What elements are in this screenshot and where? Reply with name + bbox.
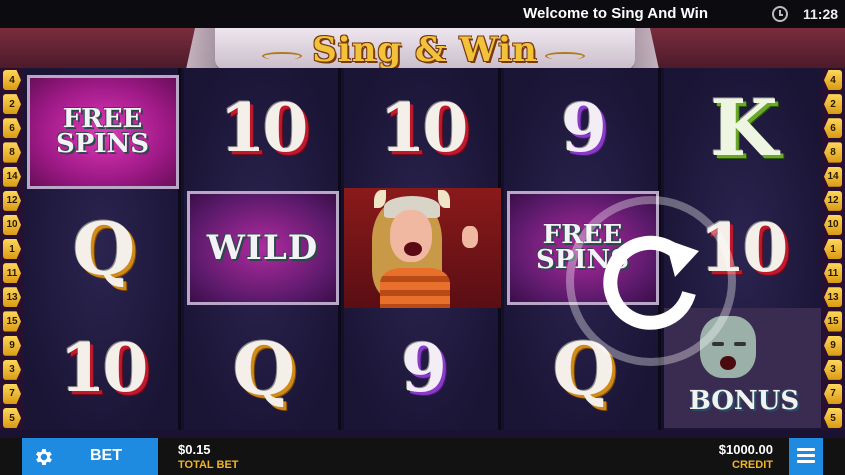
spin-button[interactable] bbox=[566, 196, 736, 366]
symbol-wild: WILD bbox=[184, 188, 341, 308]
symbol-10: 10 bbox=[344, 68, 501, 188]
reel-3: 10 9 bbox=[344, 68, 501, 430]
ten-symbol: 10 bbox=[379, 89, 469, 167]
payline-number[interactable]: 7 bbox=[824, 383, 842, 404]
menu-button[interactable] bbox=[789, 438, 823, 475]
payline-number[interactable]: 15 bbox=[824, 311, 842, 332]
symbol-9: 9 bbox=[504, 68, 661, 188]
symbol-9: 9 bbox=[344, 308, 501, 428]
spin-icon bbox=[603, 235, 699, 330]
bet-button[interactable]: BET bbox=[22, 438, 158, 475]
payline-number[interactable]: 3 bbox=[824, 359, 842, 380]
singer-armor bbox=[380, 268, 450, 308]
bet-label: BET bbox=[90, 447, 122, 464]
payline-number[interactable]: 9 bbox=[3, 335, 21, 356]
payline-number[interactable]: 4 bbox=[824, 70, 842, 91]
payline-number[interactable]: 12 bbox=[824, 190, 842, 211]
bonus-character-eye-right bbox=[734, 342, 746, 346]
payline-number[interactable]: 1 bbox=[3, 238, 21, 260]
symbol-singer bbox=[344, 188, 501, 308]
ten-symbol: 10 bbox=[219, 89, 309, 167]
singer-mouth bbox=[404, 242, 422, 256]
q-symbol: Q bbox=[72, 205, 136, 291]
payline-number[interactable]: 7 bbox=[3, 383, 21, 404]
bonus-character-eye-left bbox=[712, 342, 724, 346]
payline-number[interactable]: 8 bbox=[3, 142, 21, 163]
nine-symbol: 9 bbox=[401, 329, 447, 407]
payline-number[interactable]: 13 bbox=[3, 287, 21, 308]
clock-icon bbox=[772, 6, 788, 22]
menu-icon bbox=[797, 448, 815, 464]
payline-column-right: 4 2 6 8 14 12 10 1 11 13 15 9 3 7 5 bbox=[821, 68, 845, 430]
window-title: Welcome to Sing And Win bbox=[523, 5, 708, 22]
payline-number[interactable]: 4 bbox=[3, 70, 21, 91]
payline-number[interactable]: 10 bbox=[824, 214, 842, 235]
nine-symbol: 9 bbox=[561, 89, 607, 167]
payline-number[interactable]: 9 bbox=[824, 335, 842, 356]
bonus-character-mouth bbox=[720, 356, 736, 370]
credit-label: CREDIT bbox=[732, 459, 773, 471]
symbol-10: 10 bbox=[184, 68, 341, 188]
free-spins-label: FREE SPINS bbox=[55, 104, 150, 159]
credit-value: $1000.00 bbox=[718, 442, 773, 457]
payline-number[interactable]: 6 bbox=[824, 118, 842, 139]
payline-number[interactable]: 10 bbox=[3, 214, 21, 235]
payline-number[interactable]: 15 bbox=[3, 311, 21, 332]
symbol-q: Q bbox=[184, 308, 341, 428]
ten-symbol: 10 bbox=[59, 329, 149, 407]
payline-number[interactable]: 11 bbox=[3, 263, 21, 284]
payline-number[interactable]: 6 bbox=[3, 118, 21, 139]
bonus-label: BONUS bbox=[688, 386, 800, 416]
payline-number[interactable]: 14 bbox=[3, 166, 21, 187]
payline-number[interactable]: 2 bbox=[824, 94, 842, 115]
payline-number[interactable]: 1 bbox=[824, 238, 842, 260]
bottom-bar: BET $0.15 TOTAL BET $1000.00 CREDIT bbox=[0, 438, 845, 475]
payline-number[interactable]: 12 bbox=[3, 190, 21, 211]
payline-number[interactable]: 14 bbox=[824, 166, 842, 187]
reel-2: 10 WILD Q bbox=[184, 68, 341, 430]
q-symbol: Q bbox=[232, 325, 296, 411]
payline-number[interactable]: 13 bbox=[824, 287, 842, 308]
game-logo: Sing & Win bbox=[312, 30, 538, 70]
symbol-q: Q bbox=[24, 188, 181, 308]
symbol-k: K bbox=[664, 68, 821, 188]
clock-time: 11:28 bbox=[803, 6, 839, 22]
wild-panel: WILD bbox=[186, 191, 339, 305]
payline-number[interactable]: 3 bbox=[3, 359, 21, 380]
total-bet-label: TOTAL BET bbox=[178, 459, 239, 471]
status-bar: Welcome to Sing And Win 11:28 bbox=[0, 0, 845, 28]
viking-singer-character bbox=[344, 188, 501, 308]
payline-column-left: 4 2 6 8 14 12 10 1 11 13 15 9 3 7 5 bbox=[0, 68, 24, 430]
total-bet-value: $0.15 bbox=[178, 442, 211, 457]
helmet-horn-right bbox=[438, 190, 450, 208]
payline-number[interactable]: 8 bbox=[824, 142, 842, 163]
wild-label: WILD bbox=[206, 227, 319, 268]
game-screen: Welcome to Sing And Win 11:28 Sing & Win… bbox=[0, 0, 845, 475]
payline-number[interactable]: 11 bbox=[824, 263, 842, 284]
gear-icon bbox=[36, 449, 52, 465]
k-symbol: K bbox=[710, 82, 778, 174]
payline-number[interactable]: 5 bbox=[3, 407, 21, 429]
free-spins-panel: FREE SPINS bbox=[26, 75, 179, 189]
symbol-free-spins: FREE SPINS bbox=[24, 72, 181, 192]
reel-1: FREE SPINS Q 10 bbox=[24, 68, 181, 430]
singer-hand bbox=[462, 226, 478, 248]
payline-number[interactable]: 2 bbox=[3, 94, 21, 115]
symbol-10: 10 bbox=[24, 308, 181, 428]
payline-number[interactable]: 5 bbox=[824, 407, 842, 429]
